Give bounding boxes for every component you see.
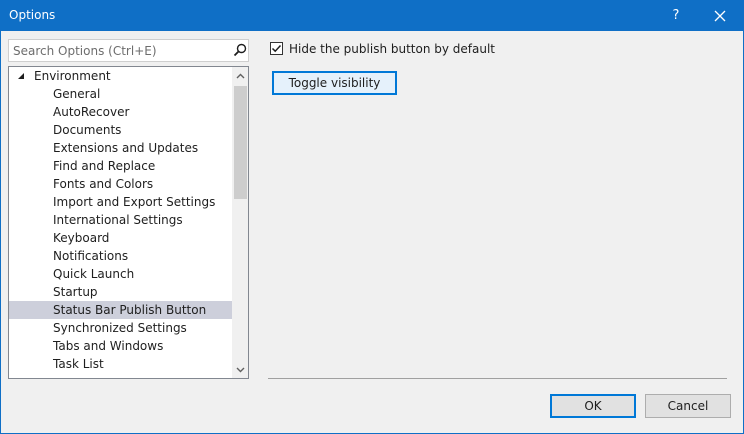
tree-node-label: Find and Replace [53,159,156,173]
tree-node[interactable]: General [9,85,232,103]
tree-node[interactable]: Extensions and Updates [9,139,232,157]
close-button[interactable] [700,0,740,31]
tree-node[interactable]: Keyboard [9,229,232,247]
close-icon [714,10,726,21]
tree-node[interactable]: Fonts and Colors [9,175,232,193]
tree-node-label: Environment [34,69,111,83]
checkmark-icon [271,44,282,53]
vertical-scrollbar[interactable] [232,67,248,378]
hide-publish-label[interactable]: Hide the publish button by default [289,42,495,56]
tree-node[interactable]: AutoRecover [9,103,232,121]
tree-node-label: Fonts and Colors [53,177,154,191]
tree-node[interactable]: International Settings [9,211,232,229]
footer-separator [268,378,727,379]
tree-node-label: Notifications [53,249,129,263]
tree-node[interactable]: Startup [9,283,232,301]
help-button[interactable]: ? [656,0,696,31]
tree-node-label: AutoRecover [53,105,130,119]
tree-node-label: Tabs and Windows [53,339,164,353]
scroll-thumb[interactable] [234,86,247,199]
tree-node[interactable]: Status Bar Publish Button [9,301,232,319]
chevron-up-icon [236,73,245,78]
ok-button[interactable]: OK [550,394,636,418]
cancel-button[interactable]: Cancel [645,394,731,418]
tree-node-label: Documents [53,123,122,137]
tree-node-label: Synchronized Settings [53,321,187,335]
tree-node[interactable]: Task List [9,355,232,373]
chevron-down-icon [236,367,245,372]
tree-node-environment[interactable]: Environment [9,67,232,85]
tree-node-label: Status Bar Publish Button [53,303,207,317]
scroll-up-button[interactable] [232,67,248,84]
expanded-triangle-icon[interactable] [17,72,25,80]
scroll-down-button[interactable] [232,361,248,378]
tree-node-label: General [53,87,101,101]
tree-node-label: International Settings [53,213,183,227]
tree-node[interactable]: Quick Launch [9,265,232,283]
tree-node-label: Import and Export Settings [53,195,216,209]
search-box [8,39,249,62]
options-tree: Environment General AutoRecover Documents E… [8,66,249,379]
window-title: Options [9,8,56,22]
tree-items: Environment General AutoRecover Documents E… [9,67,232,378]
tree-node-label: Extensions and Updates [53,141,199,155]
tree-node-label: Keyboard [53,231,110,245]
toggle-visibility-button[interactable]: Toggle visibility [272,71,397,95]
hide-publish-checkbox[interactable] [270,42,283,55]
tree-node[interactable]: Tabs and Windows [9,337,232,355]
tree-node-label: Startup [53,285,98,299]
title-bar: Options ? [0,0,744,31]
tree-node[interactable]: Synchronized Settings [9,319,232,337]
tree-node[interactable]: Find and Replace [9,157,232,175]
tree-node[interactable]: Documents [9,121,232,139]
search-icon[interactable] [233,43,247,57]
tree-node-label: Task List [53,357,104,371]
tree-node[interactable]: Import and Export Settings [9,193,232,211]
tree-node[interactable]: Notifications [9,247,232,265]
search-input[interactable] [9,40,229,61]
tree-node-label: Quick Launch [53,267,135,281]
